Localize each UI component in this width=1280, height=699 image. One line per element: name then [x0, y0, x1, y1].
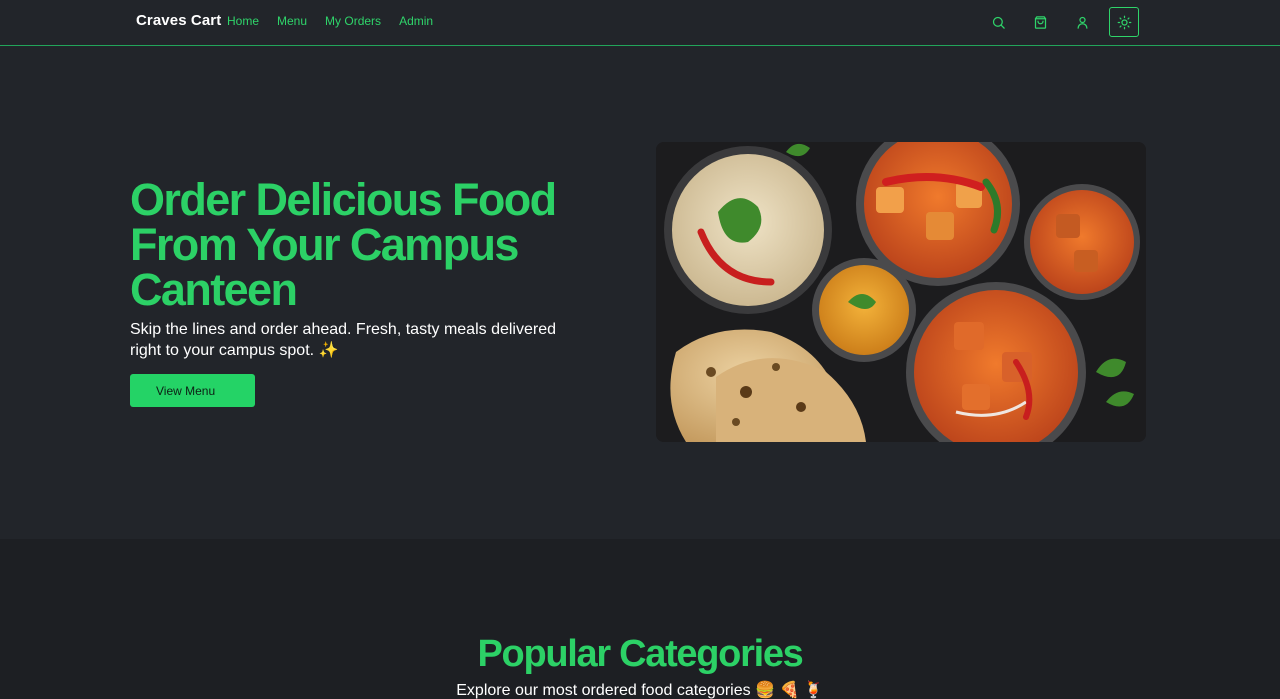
hero-food-image: [656, 142, 1146, 442]
top-navbar: Craves Cart Home Menu My Orders Admin: [0, 0, 1280, 46]
hero-section: Order Delicious Food From Your Campus Ca…: [0, 47, 1280, 539]
popular-categories-section: Popular Categories Explore our most orde…: [0, 539, 1280, 699]
nav-link-home[interactable]: Home: [227, 14, 259, 28]
nav-link-menu[interactable]: Menu: [277, 14, 307, 28]
cart-button[interactable]: [1025, 7, 1055, 37]
search-icon: [992, 16, 1005, 29]
cart-icon: [1034, 15, 1046, 29]
nav-link-my-orders[interactable]: My Orders: [325, 14, 381, 28]
hero-title: Order Delicious Food From Your Campus Ca…: [130, 174, 557, 315]
search-button[interactable]: [983, 7, 1013, 37]
nav-link-admin[interactable]: Admin: [399, 14, 433, 28]
sun-icon: [1117, 15, 1131, 29]
hero-subtitle: Skip the lines and order ahead. Fresh, t…: [130, 321, 557, 359]
brand-logo[interactable]: Craves Cart: [136, 12, 221, 29]
main-nav: Home Menu My Orders Admin: [227, 14, 433, 28]
theme-toggle-button[interactable]: [1109, 7, 1139, 37]
view-menu-button[interactable]: View Menu: [130, 374, 255, 407]
user-icon: [1077, 16, 1087, 29]
categories-title: Popular Categories: [477, 633, 803, 675]
account-button[interactable]: [1067, 7, 1097, 37]
categories-subtitle: Explore our most ordered food categories…: [456, 682, 824, 699]
